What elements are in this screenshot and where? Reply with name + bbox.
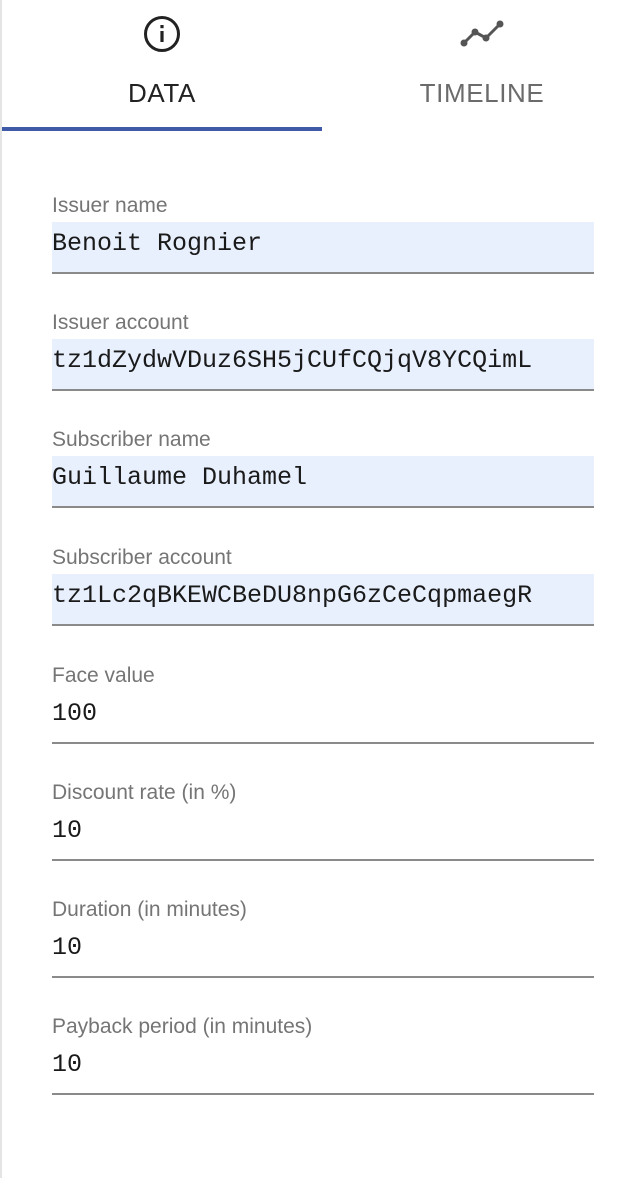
tab-timeline-label: TIMELINE bbox=[419, 78, 545, 108]
discount-rate-input[interactable] bbox=[52, 809, 594, 861]
issuer-name-input[interactable] bbox=[52, 222, 594, 274]
payback-period-input[interactable] bbox=[52, 1043, 594, 1095]
active-tab-indicator bbox=[2, 127, 322, 131]
subscriber-name-input[interactable] bbox=[52, 456, 594, 508]
issuer-name-label: Issuer name bbox=[52, 194, 168, 217]
bond-details-panel: DATA TIMELINE Issuer name Issuer account bbox=[0, 0, 640, 1178]
issuer-account-input[interactable] bbox=[52, 339, 594, 391]
duration-input[interactable] bbox=[52, 926, 594, 978]
payback-period-label: Payback period (in minutes) bbox=[52, 1015, 313, 1038]
timeline-icon bbox=[460, 14, 504, 54]
subscriber-account-input[interactable] bbox=[52, 574, 594, 626]
subscriber-name-label: Subscriber name bbox=[52, 428, 211, 451]
tab-data[interactable]: DATA bbox=[2, 0, 322, 132]
issuer-account-label: Issuer account bbox=[52, 311, 189, 334]
face-value-input[interactable] bbox=[52, 692, 594, 744]
subscriber-account-label: Subscriber account bbox=[52, 546, 232, 569]
duration-label: Duration (in minutes) bbox=[52, 898, 247, 921]
tab-timeline[interactable]: TIMELINE bbox=[322, 0, 640, 132]
tab-data-label: DATA bbox=[128, 78, 196, 108]
face-value-label: Face value bbox=[52, 664, 155, 687]
tab-bar: DATA TIMELINE bbox=[2, 0, 640, 132]
info-icon bbox=[140, 14, 184, 54]
discount-rate-label: Discount rate (in %) bbox=[52, 781, 237, 804]
